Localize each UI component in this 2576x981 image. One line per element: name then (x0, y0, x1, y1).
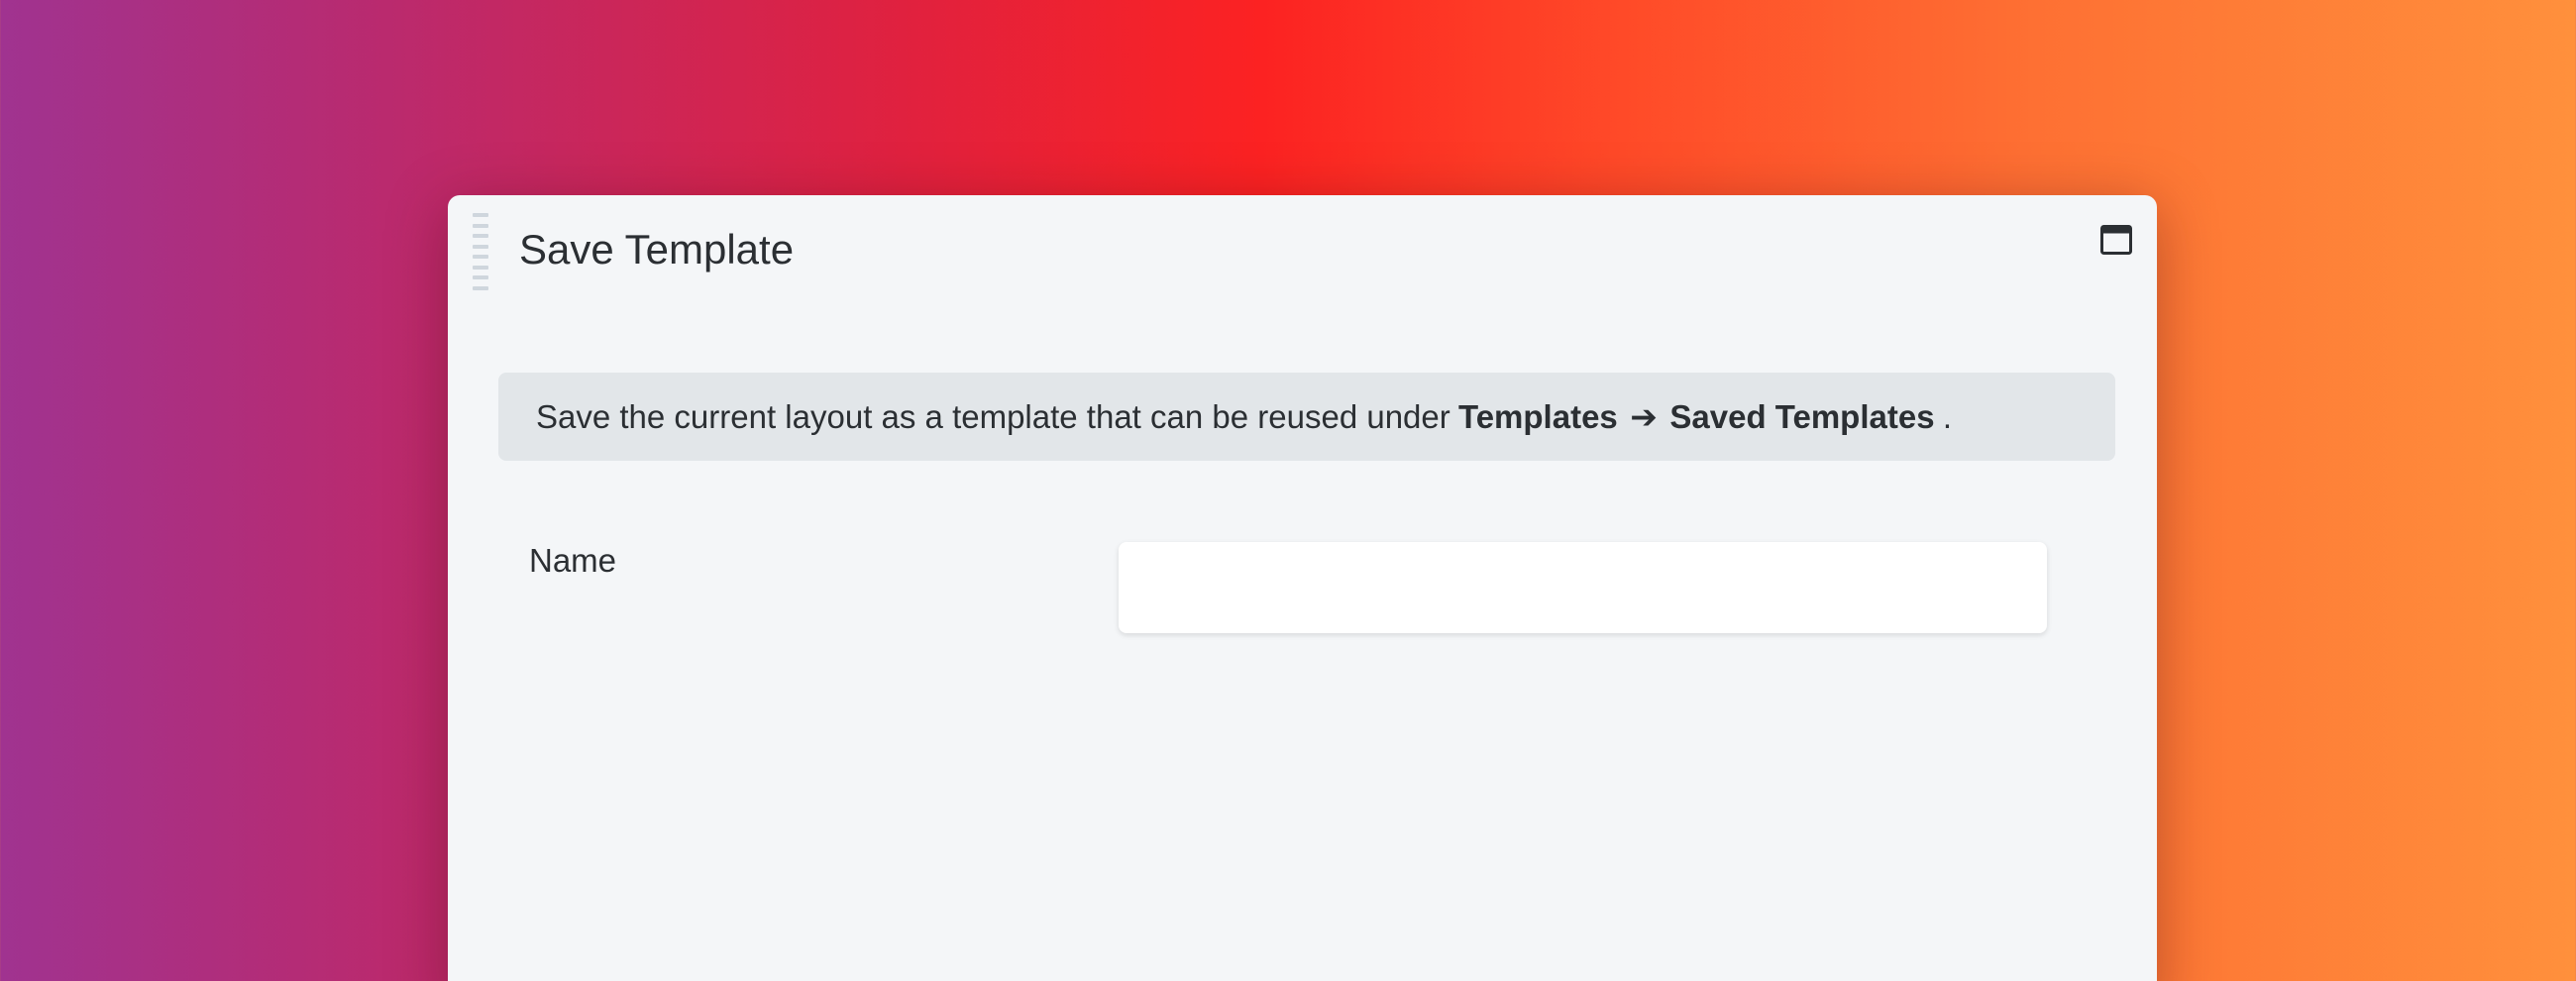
info-path-templates: Templates ➔ Saved Templates (1458, 398, 1935, 435)
save-template-dialog: Save Template Save the current layout as… (448, 195, 2157, 981)
drag-handle-icon[interactable] (473, 213, 488, 290)
arrow-right-icon: ➔ (1630, 398, 1658, 435)
name-label: Name (529, 542, 617, 579)
info-text: Save the current layout as a template th… (536, 397, 1450, 435)
dialog-title: Save Template (519, 226, 795, 272)
info-text-end: . (1942, 397, 1952, 435)
info-notice: Save the current layout as a template th… (498, 373, 2115, 461)
name-input[interactable] (1119, 542, 2047, 633)
window-maximize-icon[interactable] (2100, 225, 2132, 255)
